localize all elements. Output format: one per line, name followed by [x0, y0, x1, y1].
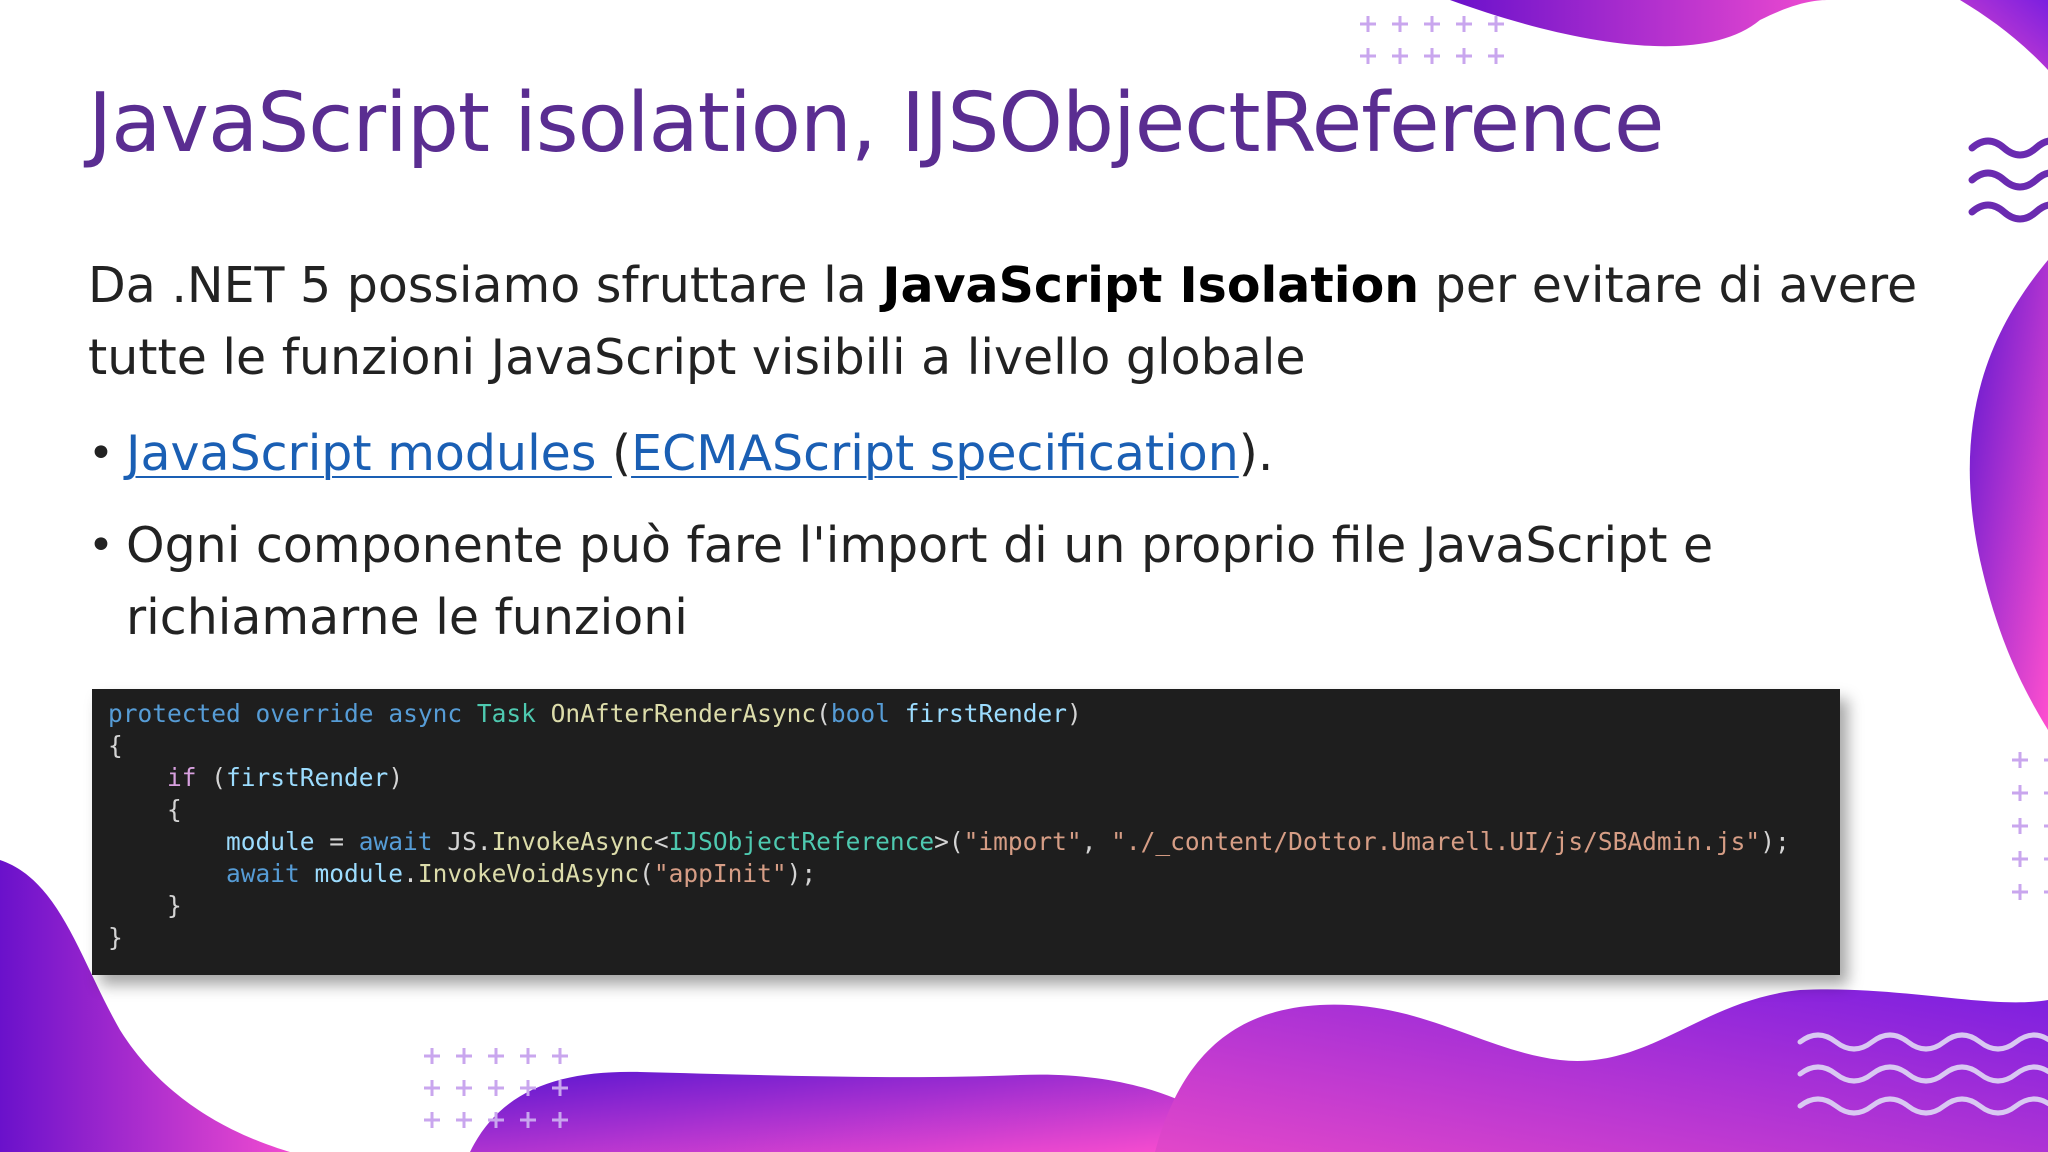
code-token: IJSObjectReference — [668, 827, 935, 856]
code-line: { — [108, 794, 1840, 826]
intro-text-1: Da .NET 5 possiamo sfruttare la — [88, 257, 883, 314]
code-token: if — [167, 763, 197, 792]
top-right-blob — [1450, 0, 1830, 47]
code-token: await — [358, 827, 433, 856]
wave-lines-icon — [1968, 137, 2048, 223]
code-token: InvokeAsync — [491, 827, 654, 856]
code-line: await module.InvokeVoidAsync("appInit"); — [108, 858, 1840, 890]
slide-title: JavaScript isolation, IJSObjectReference — [88, 76, 1664, 171]
intro-bold-term: JavaScript Isolation — [882, 257, 1420, 314]
plus-grid-icon — [2012, 752, 2048, 900]
code-token: protected — [108, 699, 241, 728]
code-token: ( — [196, 763, 227, 792]
code-line: module = await JS.InvokeAsync<IJSObjectR… — [108, 826, 1840, 858]
code-line: if (firstRender) — [108, 762, 1840, 794]
intro-paragraph: Da .NET 5 possiamo sfruttare la JavaScri… — [88, 250, 1958, 394]
code-line: { — [108, 730, 1840, 762]
code-line: } — [108, 922, 1840, 954]
code-token: } — [108, 891, 182, 920]
code-token: ); — [786, 859, 817, 888]
right-blob — [1969, 260, 2048, 730]
bullet-dot: • — [88, 520, 114, 571]
code-token: firstRender — [226, 763, 389, 792]
code-token: , — [1081, 827, 1112, 856]
code-line: } — [108, 890, 1840, 922]
code-token: { — [108, 731, 123, 760]
code-token: JS. — [432, 827, 492, 856]
code-token: "./_content/Dottor.Umarell.UI/js/SBAdmin… — [1111, 827, 1761, 856]
code-token: ( — [639, 859, 654, 888]
code-token: } — [108, 923, 123, 952]
code-snippet: protected override async Task OnAfterRen… — [92, 689, 1840, 975]
code-token: await — [226, 859, 300, 888]
code-line: protected override async Task OnAfterRen… — [108, 698, 1840, 730]
bullet-item-import: • Ogni componente può fare l'import di u… — [88, 510, 1788, 654]
bottom-middle-blob — [470, 1071, 1250, 1152]
javascript-modules-link[interactable]: JavaScript modules — [126, 425, 612, 482]
code-token: InvokeVoidAsync — [417, 859, 640, 888]
bullet-text: Ogni componente può fare l'import di un … — [126, 517, 1714, 646]
top-right-corner-blob — [1960, 0, 2048, 70]
code-token: module — [314, 859, 404, 888]
bottom-right-blob — [1155, 989, 2048, 1152]
code-token: ); — [1760, 827, 1790, 856]
code-token: "appInit" — [653, 859, 787, 888]
code-token: async — [388, 699, 463, 728]
code-token: { — [108, 795, 182, 824]
code-token: bool — [830, 699, 890, 728]
ecmascript-spec-link[interactable]: ECMAScript specification — [631, 425, 1239, 482]
paren-close: ). — [1238, 425, 1274, 482]
plus-grid-icon — [1360, 16, 1504, 64]
bullet-item-modules: • JavaScript modules (ECMAScript specifi… — [88, 418, 1273, 490]
code-token: ) — [1066, 699, 1082, 728]
code-token: override — [255, 699, 374, 728]
bullet-content: JavaScript modules (ECMAScript specifica… — [126, 418, 1273, 490]
code-token: module — [226, 827, 315, 856]
code-token: . — [403, 859, 418, 888]
paren-open: ( — [611, 425, 632, 482]
code-token: OnAfterRenderAsync — [550, 699, 817, 728]
code-token: Task — [476, 699, 536, 728]
bullet-dot: • — [88, 428, 114, 479]
code-token: >( — [934, 827, 964, 856]
code-token: < — [653, 827, 669, 856]
code-token: ) — [388, 763, 404, 792]
code-token: = — [314, 827, 359, 856]
code-token: "import" — [963, 827, 1082, 856]
code-token: firstRender — [904, 699, 1067, 728]
code-token: ( — [816, 699, 831, 728]
